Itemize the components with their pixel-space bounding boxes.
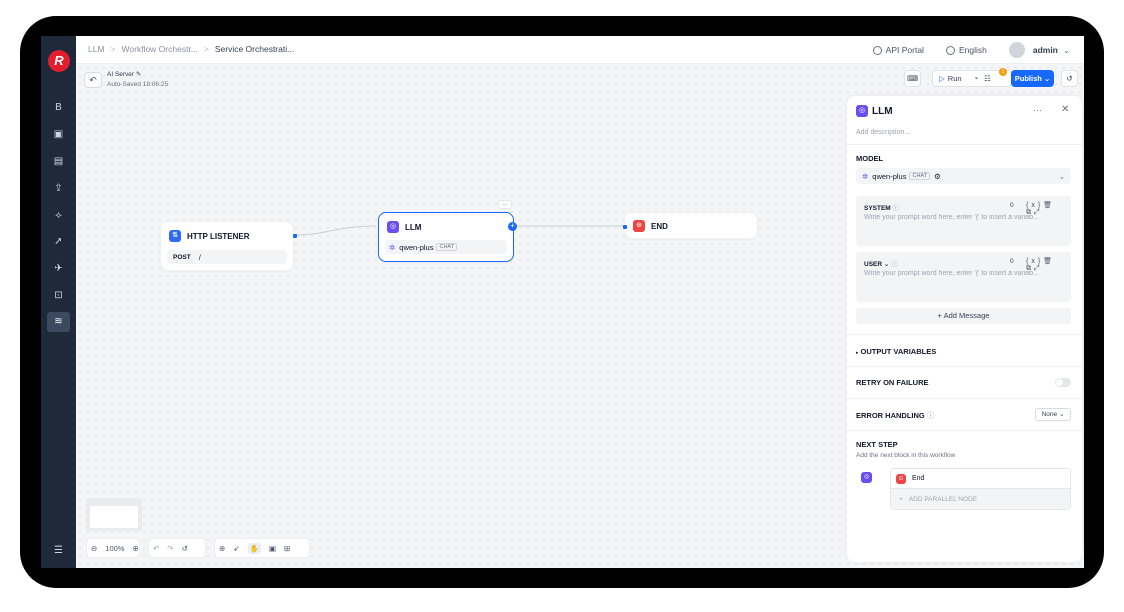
qwen-icon: ✲ (862, 171, 869, 181)
minimap[interactable] (86, 498, 142, 531)
llm-icon: ◎ (861, 472, 872, 483)
sidebar-item-workflow-icon[interactable]: ≋ (47, 312, 70, 332)
model-label: MODEL (856, 154, 884, 163)
chevron-down-icon: ⌄ (1062, 44, 1070, 55)
settings-icon[interactable]: ⚙ (934, 172, 941, 181)
llm-model-row: ✲ qwen-plus CHAT (385, 240, 507, 254)
http-listener-node[interactable]: ⇅ HTTP LISTENER POST / (160, 221, 297, 271)
tool-controls: ⊕ ➶ ✋ ▣ ⊞ (214, 538, 310, 558)
chevron-down-icon: ⌄ (1058, 171, 1065, 181)
system-prompt-input[interactable]: Write your prompt word here, enter '{' t… (864, 214, 1064, 221)
sidebar-item-b[interactable]: B (47, 98, 70, 118)
description-input[interactable]: Add description... (856, 129, 910, 136)
next-step-box: ⊙ End + ADD PARALLEL NODE (890, 468, 1071, 510)
sidebar-item-plugin-icon[interactable]: ⟡ (47, 206, 70, 226)
api-icon (872, 45, 882, 55)
breadcrumb-item-current: Service Orchestrati... (214, 44, 295, 54)
globe-icon (945, 45, 955, 55)
error-handling-label: ERROR HANDLING ⓘ (856, 411, 935, 420)
redo-icon[interactable]: ↷ (167, 544, 173, 553)
next-end-node[interactable]: ⊙ End (891, 469, 1070, 489)
sidebar-item-upload-icon[interactable]: ⇪ (47, 179, 70, 199)
sidebar-item-bookmark-icon[interactable]: ⊡ (47, 286, 70, 306)
app-logo: R (48, 50, 70, 72)
user-token-count: 0 (1010, 258, 1014, 265)
sidebar-item-send-icon[interactable]: ✈ (47, 259, 70, 279)
zoom-level: 100% (105, 543, 125, 553)
add-node-tool-icon[interactable]: ⊕ (219, 544, 225, 553)
end-node[interactable]: ⊙ END (623, 212, 758, 239)
language-selector[interactable]: English (945, 45, 987, 55)
user-prompt[interactable]: USER ⌄ ⓘ 0 {x}🗑⧉⤢ Write your prompt word… (856, 252, 1071, 302)
add-parallel-node-button[interactable]: + ADD PARALLEL NODE (891, 489, 1070, 509)
zoom-out-icon[interactable]: ⊖ (91, 544, 97, 553)
user-prompt-input[interactable]: Write your prompt word here, enter '{' t… (864, 270, 1064, 277)
node-more-icon[interactable]: ... (498, 200, 512, 209)
error-handling-select[interactable]: None ⌄ (1035, 408, 1071, 421)
hand-icon[interactable]: ✋ (247, 542, 261, 554)
next-step-hint: Add the next block in this workflow (856, 452, 956, 459)
panel-title: LLM (872, 106, 893, 117)
edge-http-llm (295, 225, 377, 236)
zoom-in-icon[interactable]: ⊕ (132, 544, 138, 553)
breadcrumb-item-workflow[interactable]: Workflow Orchestr... (122, 44, 198, 54)
input-port[interactable] (623, 225, 627, 229)
sidebar-item-monitor-icon[interactable]: ▣ (47, 125, 70, 145)
top-bar: LLM > Workflow Orchestr... > Service Orchest… (76, 36, 1084, 64)
system-prompt[interactable]: SYSTEM ⓘ 0 {x}🗑⧉⤢ Write your prompt word… (856, 196, 1071, 246)
retry-toggle[interactable] (1055, 378, 1071, 387)
qwen-icon: ✲ (389, 242, 396, 252)
breadcrumb-item-llm[interactable]: LLM (88, 44, 105, 54)
close-icon[interactable]: ✕ (1061, 104, 1069, 115)
output-variables-toggle[interactable]: ▸ OUTPUT VARIABLES (856, 347, 936, 356)
retry-label: RETRY ON FAILURE (856, 378, 929, 387)
end-icon: ⊙ (633, 220, 645, 232)
llm-icon: ◎ (387, 221, 399, 233)
api-portal-link[interactable]: API Portal (872, 45, 924, 55)
sidebar-item-rocket-icon[interactable]: ➚ (47, 232, 70, 252)
add-message-button[interactable]: + Add Message (856, 308, 1071, 324)
http-route: POST / (167, 250, 287, 264)
llm-properties-panel: ◎ LLM ··· ✕ Add description... MODEL ✲ q… (847, 96, 1082, 562)
pointer-icon[interactable]: ➶ (233, 544, 239, 553)
sidebar: R B ▣ ▤ ⇪ ⟡ ➚ ✈ ⊡ ≋ ☰ (41, 36, 76, 568)
history-controls: ↶ ↷ ↺ (148, 538, 206, 558)
sidebar-item-document-icon[interactable]: ▤ (47, 152, 70, 172)
app-window: R B ▣ ▤ ⇪ ⟡ ➚ ✈ ⊡ ≋ ☰ LLM > Workflow Orche… (41, 36, 1084, 568)
sidebar-collapse-icon[interactable]: ☰ (47, 541, 70, 561)
user-menu[interactable]: admin ⌄ (1008, 42, 1070, 58)
model-select[interactable]: ✲ qwen-plus CHAT ⚙ ⌄ (856, 168, 1071, 184)
llm-node[interactable]: ◎ LLM ✲ qwen-plus CHAT + (378, 212, 517, 262)
undo-icon[interactable]: ↶ (153, 544, 159, 553)
help-icon: ⓘ (891, 261, 898, 268)
breadcrumb: LLM > Workflow Orchestr... > Service Orchest… (88, 44, 295, 54)
history-icon[interactable]: ↺ (182, 544, 188, 553)
layout-icon[interactable]: ⊞ (284, 544, 290, 553)
help-icon: ⓘ (892, 205, 900, 212)
output-port[interactable] (293, 234, 297, 238)
zoom-controls: ⊖ 100% ⊕ (86, 538, 140, 558)
end-icon: ⊙ (896, 473, 906, 484)
more-icon[interactable]: ··· (1033, 105, 1042, 115)
http-icon: ⇅ (169, 230, 181, 242)
image-icon[interactable]: ▣ (269, 544, 276, 553)
workflow-canvas[interactable]: ↶ AI Server ✎ Auto-Saved 18:06:25 ⌨ ▷ Ru… (76, 64, 1084, 568)
next-step-label: NEXT STEP (856, 440, 898, 449)
llm-icon: ◎ (856, 105, 868, 117)
avatar (1008, 42, 1025, 58)
add-node-icon[interactable]: + (508, 222, 517, 231)
system-token-count: 0 (1010, 202, 1014, 209)
